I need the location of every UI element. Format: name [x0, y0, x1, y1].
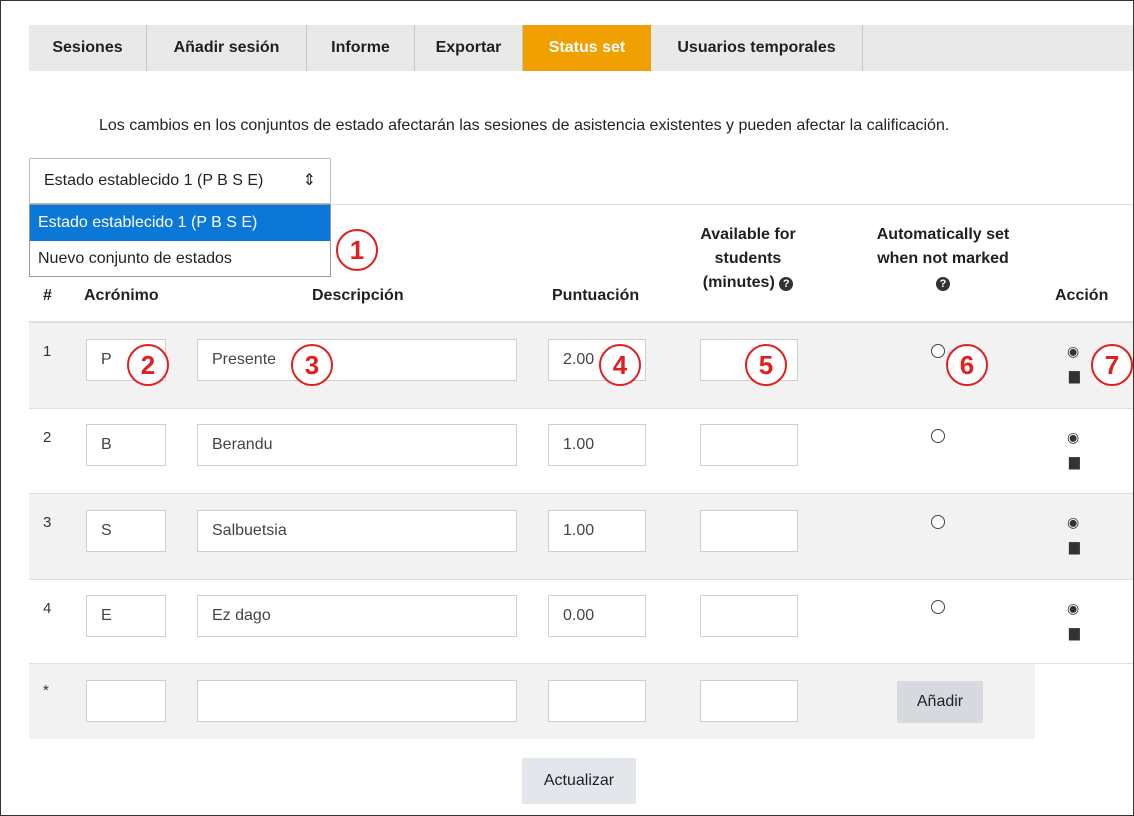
new-acronym-input[interactable]	[86, 680, 166, 722]
trash-icon[interactable]: ▆	[1069, 367, 1080, 384]
annotation-badge: 2	[127, 344, 169, 386]
header-available: Available for students (minutes) ?	[673, 223, 823, 295]
auto-set-radio[interactable]	[931, 600, 945, 614]
tab-anadir-sesion[interactable]: Añadir sesión	[147, 25, 307, 71]
status-set-select[interactable]: Estado establecido 1 (P B S E) ⇕	[29, 158, 331, 204]
table-row: 4 E Ez dago 0.00 ◉ ▆	[29, 580, 1133, 666]
description-input[interactable]: Salbuetsia	[197, 510, 517, 552]
header-available-line-2: students	[714, 250, 782, 267]
row-number: *	[43, 682, 49, 699]
tab-bar: Sesiones Añadir sesión Informe Exportar …	[29, 25, 1133, 71]
minutes-input[interactable]	[700, 424, 798, 466]
annotation-badge: 7	[1091, 344, 1133, 386]
auto-set-radio[interactable]	[931, 344, 945, 358]
header-available-line-1: Available for	[700, 226, 796, 243]
tab-usuarios-temporales[interactable]: Usuarios temporales	[651, 25, 863, 71]
description-input[interactable]: Presente	[197, 339, 517, 381]
header-auto-help: ?	[859, 271, 1027, 295]
eye-icon[interactable]: ◉	[1067, 514, 1079, 531]
table-row: 2 B Berandu 1.00 ◉ ▆	[29, 409, 1133, 495]
eye-icon[interactable]: ◉	[1067, 429, 1079, 446]
row-number: 1	[43, 343, 52, 360]
help-icon[interactable]: ?	[936, 277, 950, 291]
new-description-input[interactable]	[197, 680, 517, 722]
auto-set-radio[interactable]	[931, 429, 945, 443]
annotation-badge: 5	[745, 344, 787, 386]
header-auto: Automatically set when not marked ?	[859, 223, 1027, 295]
minutes-input[interactable]	[700, 510, 798, 552]
help-icon[interactable]: ?	[779, 277, 794, 291]
row-number: 3	[43, 514, 52, 531]
minutes-input[interactable]	[700, 595, 798, 637]
description-input[interactable]: Ez dago	[197, 595, 517, 637]
new-status-row: *	[29, 664, 1035, 739]
trash-icon[interactable]: ▆	[1069, 624, 1080, 641]
tab-status-set[interactable]: Status set	[523, 25, 651, 71]
header-auto-line-2: when not marked	[877, 250, 1009, 267]
acronym-input[interactable]: B	[86, 424, 166, 466]
new-score-input[interactable]	[548, 680, 646, 722]
auto-set-radio[interactable]	[931, 515, 945, 529]
eye-icon[interactable]: ◉	[1067, 343, 1079, 360]
dropdown-option-new-set[interactable]: Nuevo conjunto de estados	[30, 241, 330, 277]
select-arrows-icon: ⇕	[302, 172, 316, 189]
status-set-notice: Los cambios en los conjuntos de estado a…	[99, 117, 950, 134]
page-frame: Sesiones Añadir sesión Informe Exportar …	[0, 0, 1134, 816]
score-input[interactable]: 1.00	[548, 424, 646, 466]
score-input[interactable]: 1.00	[548, 510, 646, 552]
tab-sesiones[interactable]: Sesiones	[29, 25, 147, 71]
header-num: #	[43, 287, 52, 304]
header-score: Puntuación	[552, 287, 640, 304]
description-input[interactable]: Berandu	[197, 424, 517, 466]
table-row: 3 S Salbuetsia 1.00 ◉ ▆	[29, 494, 1133, 580]
status-set-select-value: Estado establecido 1 (P B S E)	[44, 172, 264, 189]
trash-icon[interactable]: ▆	[1069, 453, 1080, 470]
score-input[interactable]: 0.00	[548, 595, 646, 637]
header-auto-line-1: Automatically set	[876, 226, 1010, 243]
annotation-badge: 6	[946, 344, 988, 386]
row-number: 2	[43, 429, 52, 446]
annotation-badge: 3	[291, 344, 333, 386]
acronym-input[interactable]: S	[86, 510, 166, 552]
update-button[interactable]: Actualizar	[522, 758, 636, 804]
annotation-badge: 1	[336, 229, 378, 271]
trash-icon[interactable]: ▆	[1069, 538, 1080, 555]
status-set-dropdown: Estado establecido 1 (P B S E) Nuevo con…	[29, 204, 331, 277]
row-number: 4	[43, 600, 52, 617]
acronym-input[interactable]: E	[86, 595, 166, 637]
header-acronym: Acrónimo	[84, 287, 159, 304]
header-description: Descripción	[312, 287, 404, 304]
tab-exportar[interactable]: Exportar	[415, 25, 523, 71]
annotation-badge: 4	[599, 344, 641, 386]
dropdown-option-set-1[interactable]: Estado establecido 1 (P B S E)	[30, 205, 330, 241]
add-status-button[interactable]: Añadir	[897, 681, 983, 723]
eye-icon[interactable]: ◉	[1067, 600, 1079, 617]
header-available-line-3: (minutes) ?	[673, 271, 823, 295]
header-action: Acción	[1055, 287, 1109, 304]
tab-informe[interactable]: Informe	[307, 25, 415, 71]
new-minutes-input[interactable]	[700, 680, 798, 722]
